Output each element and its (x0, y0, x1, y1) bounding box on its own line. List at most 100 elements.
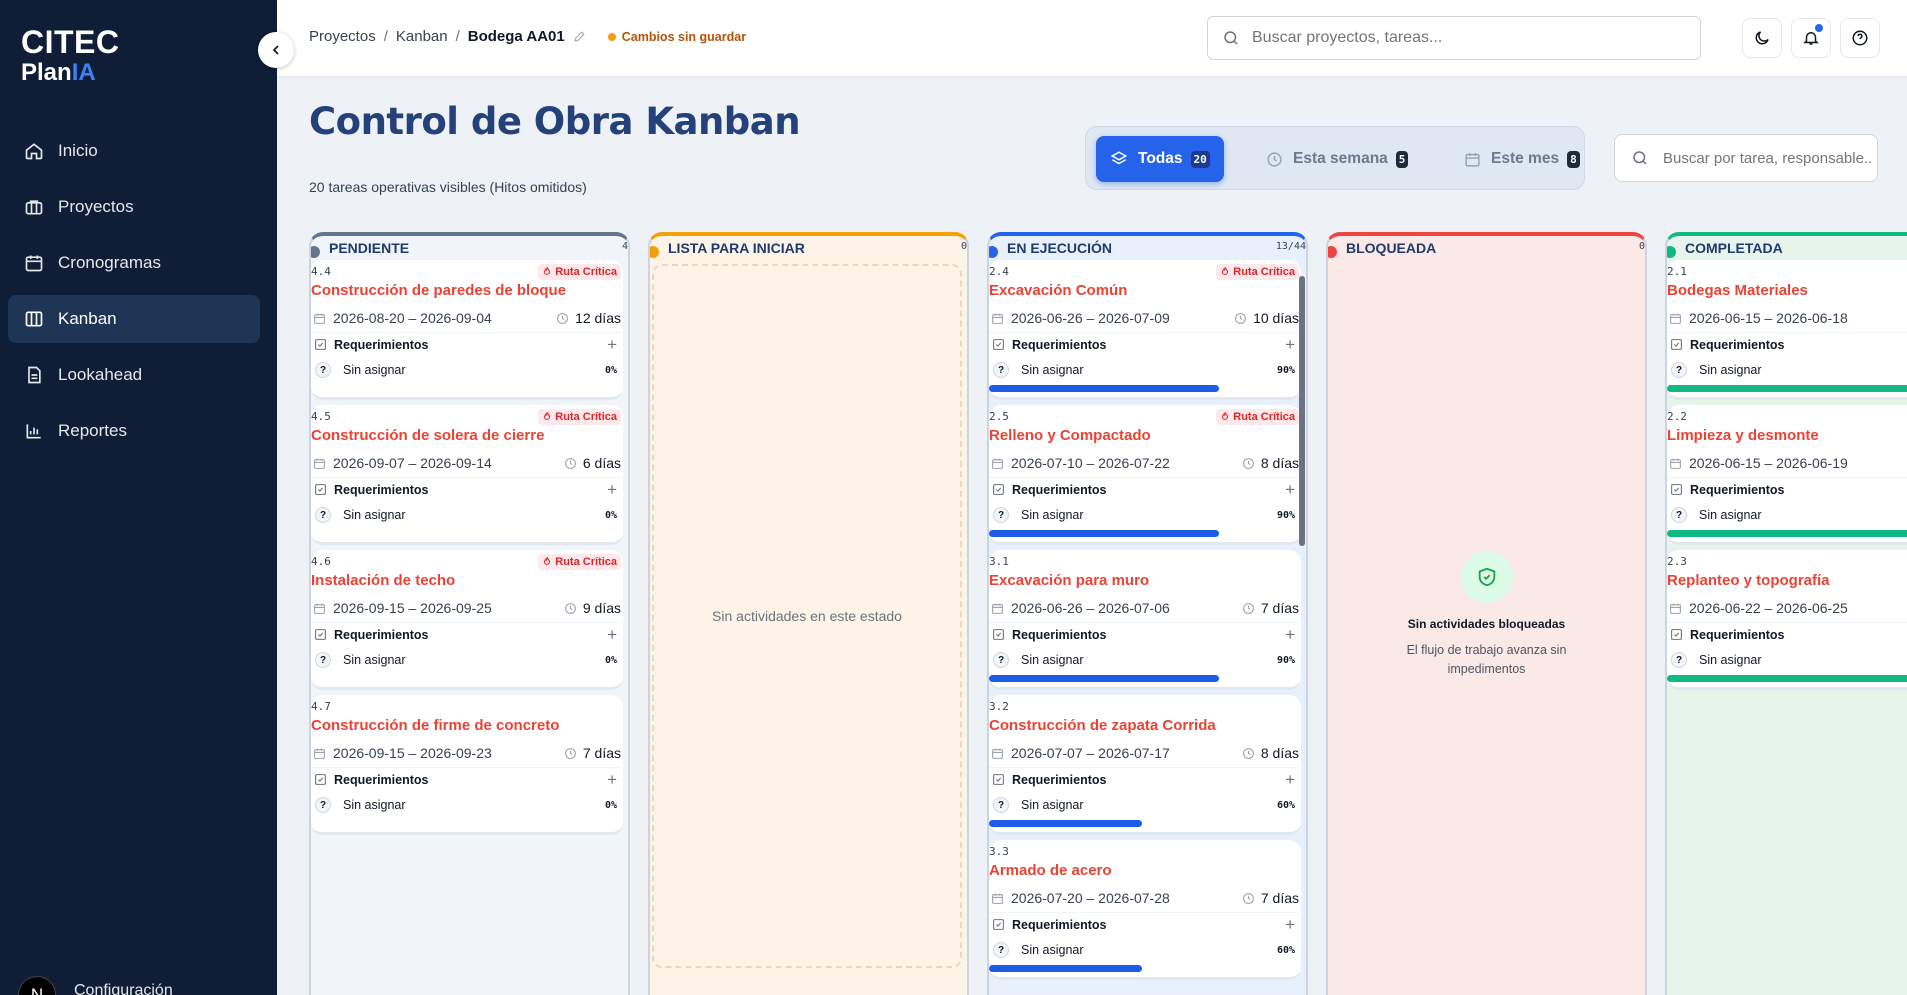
task-title[interactable]: Instalación de techo (311, 572, 455, 589)
assignee-row[interactable]: ? Sin asignar 0% (311, 793, 621, 817)
assignee-row[interactable]: ? Sin asignar 0% (311, 503, 621, 527)
assignee-row[interactable]: ? Sin asignar (1667, 648, 1907, 672)
task-title[interactable]: Construcción de zapata Corrida (989, 717, 1216, 734)
global-search[interactable] (1207, 16, 1701, 60)
requirements-label: Requerimientos (1012, 917, 1107, 932)
requirements-label: Requerimientos (334, 337, 429, 352)
empty-column-dropzone[interactable]: Sin actividades en este estado (652, 264, 962, 968)
task-title[interactable]: Construcción de solera de cierre (311, 427, 544, 444)
task-card[interactable]: 2.5 Ruta Crítica Relleno y Compactado 2026… (989, 405, 1301, 545)
assignee-row[interactable]: ? Sin asignar 0% (311, 358, 621, 382)
add-requirement-button[interactable]: + (1285, 625, 1295, 645)
task-title[interactable]: Construcción de paredes de bloque (311, 282, 566, 299)
task-search[interactable] (1614, 134, 1878, 182)
task-title[interactable]: Limpieza y desmonte (1667, 427, 1819, 444)
app-logo[interactable]: CITEC PlanIA (21, 26, 120, 85)
assignee-row[interactable]: ? Sin asignar (1667, 503, 1907, 527)
task-card[interactable]: 2.1 Bodegas Materiales 2026-06-15 – 2026-… (1667, 260, 1907, 400)
requirements-row[interactable]: Requerimientos + (989, 912, 1299, 936)
filter-este-mes[interactable]: Este mes 8 (1464, 136, 1580, 182)
global-search-input[interactable] (1252, 29, 1672, 47)
assignee-row[interactable]: ? Sin asignar 60% (989, 938, 1299, 962)
task-title[interactable]: Bodegas Materiales (1667, 282, 1808, 299)
settings-link[interactable]: N Configuración (18, 968, 173, 995)
task-duration: 7 días (1242, 600, 1299, 616)
assignee-row[interactable]: ? Sin asignar 90% (989, 648, 1299, 672)
task-card[interactable]: 3.3 Armado de acero 2026-07-20 – 2026-07-… (989, 840, 1301, 980)
requirements-label: Requerimientos (1690, 627, 1785, 642)
add-requirement-button[interactable]: + (1285, 915, 1295, 935)
add-requirement-button[interactable]: + (607, 625, 617, 645)
task-title[interactable]: Replanteo y topografía (1667, 572, 1830, 589)
progress-percent: 90% (1276, 509, 1295, 521)
task-dates: 2026-07-07 – 2026-07-17 (991, 745, 1170, 761)
task-card[interactable]: 4.5 Ruta Crítica Construcción de solera de… (311, 405, 623, 545)
task-card[interactable]: 2.2 Limpieza y desmonte 2026-06-15 – 2026… (1667, 405, 1907, 545)
progress-bar (989, 820, 1142, 827)
task-search-input[interactable] (1663, 149, 1873, 167)
task-title[interactable]: Excavación Común (989, 282, 1127, 299)
sidebar-item-kanban[interactable]: Kanban (8, 295, 260, 343)
filter-esta-semana[interactable]: Esta semana 5 (1266, 136, 1409, 182)
help-button[interactable] (1840, 18, 1880, 58)
task-title[interactable]: Armado de acero (989, 862, 1112, 879)
assignee-row[interactable]: ? Sin asignar 0% (311, 648, 621, 672)
task-title[interactable]: Construcción de firme de concreto (311, 717, 559, 734)
requirements-row[interactable]: Requerimientos+ (311, 477, 621, 501)
task-title[interactable]: Excavación para muro (989, 572, 1149, 589)
column-scrollbar[interactable] (1299, 276, 1305, 546)
sidebar-item-proyectos[interactable]: Proyectos (8, 183, 260, 231)
sidebar-item-reportes[interactable]: Reportes (8, 407, 260, 455)
requirements-row[interactable]: Requerimientos + (311, 332, 621, 356)
requirements-row[interactable]: Requerimientos+ (989, 477, 1299, 501)
filter-todas[interactable]: Todas 20 (1096, 136, 1224, 182)
requirements-row[interactable]: Requerimientos+ (1667, 332, 1907, 356)
add-requirement-button[interactable]: + (1285, 480, 1295, 500)
add-requirement-button[interactable]: + (607, 480, 617, 500)
add-requirement-button[interactable]: + (607, 335, 617, 355)
add-requirement-button[interactable]: + (1285, 335, 1295, 355)
task-card[interactable]: 3.1 Excavación para muro 2026-06-26 – 202… (989, 550, 1301, 690)
sidebar-item-cronogramas[interactable]: Cronogramas (8, 239, 260, 287)
assignee-row[interactable]: ? Sin asignar (1667, 358, 1907, 382)
requirements-row[interactable]: Requerimientos+ (311, 767, 621, 791)
progress-percent: 0% (604, 799, 617, 811)
add-requirement-button[interactable]: + (1285, 770, 1295, 790)
collapse-sidebar-button[interactable] (258, 32, 294, 68)
requirements-row[interactable]: Requerimientos+ (989, 332, 1299, 356)
task-card[interactable]: 4.7 Construcción de firme de concreto 202… (311, 695, 623, 835)
requirements-row[interactable]: Requerimientos+ (989, 767, 1299, 791)
requirements-row[interactable]: Requerimientos+ (1667, 622, 1907, 646)
task-card[interactable]: 4.6 Ruta Crítica Instalación de techo 2026… (311, 550, 623, 690)
breadcrumb-proyectos[interactable]: Proyectos (309, 28, 376, 45)
task-card[interactable]: 2.3 Replanteo y topografía 2026-06-22 – 2… (1667, 550, 1907, 690)
task-card[interactable]: 2.4 Ruta Crítica Excavación Común 2026-06-… (989, 260, 1301, 400)
avatar[interactable]: N (18, 976, 56, 995)
requirements-row[interactable]: Requerimientos+ (1667, 477, 1907, 501)
pencil-icon[interactable] (573, 30, 586, 43)
task-dates: 2026-07-10 – 2026-07-22 (991, 455, 1170, 471)
sidebar-item-label: Lookahead (58, 365, 143, 384)
theme-toggle-button[interactable] (1742, 18, 1782, 58)
sidebar-item-inicio[interactable]: Inicio (8, 127, 260, 175)
flame-icon (1222, 412, 1229, 420)
calendar-icon (992, 603, 1003, 614)
assignee-row[interactable]: ? Sin asignar 90% (989, 358, 1299, 382)
sidebar-item-label: Kanban (58, 309, 117, 328)
chevron-left-icon (272, 45, 279, 55)
notifications-button[interactable] (1791, 18, 1831, 58)
assignee-row[interactable]: ? Sin asignar 60% (989, 793, 1299, 817)
home-icon (25, 143, 43, 160)
requirements-row[interactable]: Requerimientos+ (989, 622, 1299, 646)
assignee-row[interactable]: ? Sin asignar 90% (989, 503, 1299, 527)
filter-label: Todas (1138, 150, 1183, 167)
task-title[interactable]: Relleno y Compactado (989, 427, 1151, 444)
task-card[interactable]: 3.2 Construcción de zapata Corrida 2026-0… (989, 695, 1301, 835)
sidebar-item-lookahead[interactable]: Lookahead (8, 351, 260, 399)
calendar-icon (992, 313, 1003, 324)
task-card[interactable]: 4.4 Ruta Crítica Construcción de paredes d… (311, 260, 623, 400)
breadcrumb-current: Bodega AA01 (467, 28, 565, 45)
add-requirement-button[interactable]: + (607, 770, 617, 790)
breadcrumb-kanban[interactable]: Kanban (396, 28, 448, 45)
requirements-row[interactable]: Requerimientos+ (311, 622, 621, 646)
